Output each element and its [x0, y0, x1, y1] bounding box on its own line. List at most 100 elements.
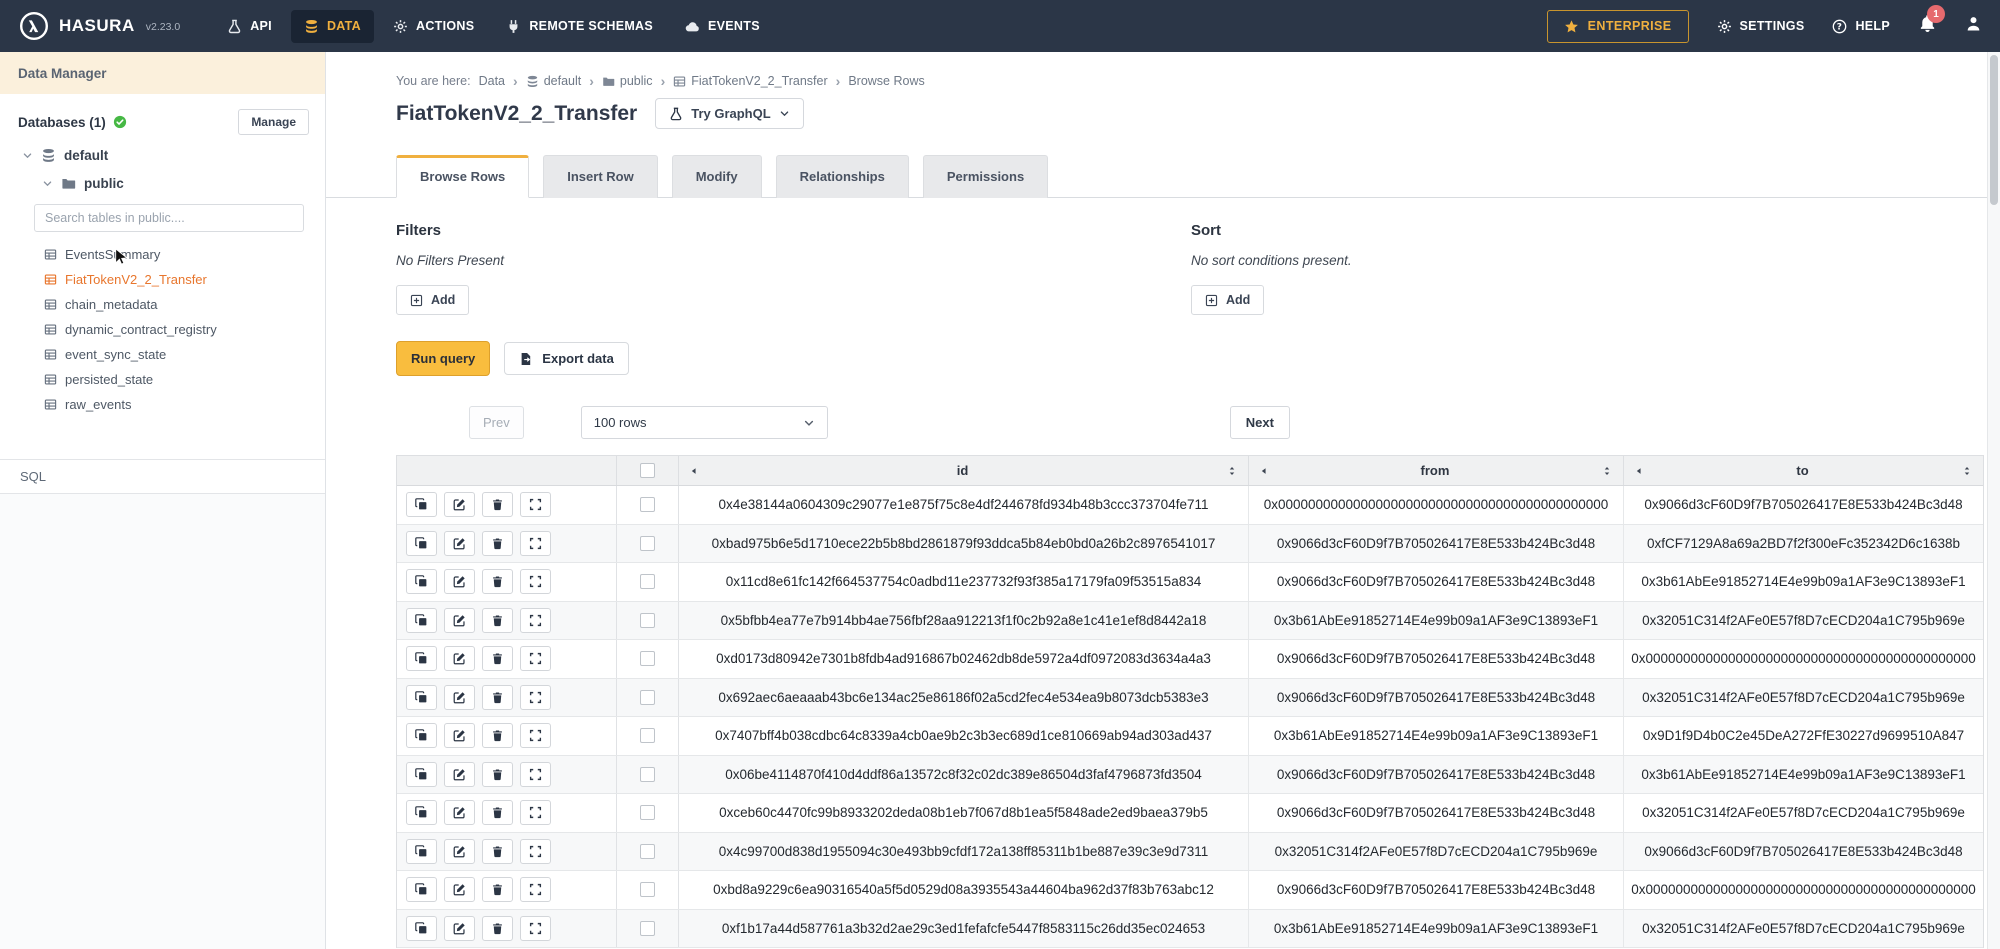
edit-row-button[interactable]: [444, 492, 475, 517]
vertical-scrollbar[interactable]: [1987, 52, 2000, 949]
manage-button[interactable]: Manage: [238, 109, 309, 135]
expand-row-button[interactable]: [520, 839, 551, 864]
trash-row-button[interactable]: [482, 839, 513, 864]
breadcrumb-item-browse-rows[interactable]: Browse Rows: [848, 74, 924, 88]
expand-row-button[interactable]: [520, 916, 551, 941]
trash-row-button[interactable]: [482, 492, 513, 517]
sidebar-item-sql[interactable]: SQL: [0, 459, 325, 494]
nav-item-remote-schemas[interactable]: REMOTE SCHEMAS: [493, 10, 666, 43]
add-sort-button[interactable]: Add: [1191, 285, 1264, 315]
trash-row-button[interactable]: [482, 569, 513, 594]
row-checkbox[interactable]: [640, 882, 655, 897]
sidebar-database-default[interactable]: default: [0, 148, 325, 163]
row-checkbox[interactable]: [640, 536, 655, 551]
edit-row-button[interactable]: [444, 723, 475, 748]
page-size-select[interactable]: 100 rows: [581, 406, 828, 439]
row-checkbox[interactable]: [640, 613, 655, 628]
edit-row-button[interactable]: [444, 916, 475, 941]
edit-row-button[interactable]: [444, 839, 475, 864]
breadcrumb-item-fiattokenv2-2-transfer[interactable]: FiatTokenV2_2_Transfer: [673, 74, 827, 88]
trash-row-button[interactable]: [482, 723, 513, 748]
trash-row-button[interactable]: [482, 916, 513, 941]
add-filter-button[interactable]: Add: [396, 285, 469, 315]
copy-row-button[interactable]: [406, 646, 437, 671]
copy-row-button[interactable]: [406, 916, 437, 941]
expand-row-button[interactable]: [520, 531, 551, 556]
nav-item-api[interactable]: API: [214, 10, 285, 43]
expand-row-button[interactable]: [520, 877, 551, 902]
row-checkbox[interactable]: [640, 651, 655, 666]
edit-row-button[interactable]: [444, 685, 475, 710]
prev-page-button[interactable]: Prev: [469, 406, 524, 439]
trash-row-button[interactable]: [482, 646, 513, 671]
edit-row-button[interactable]: [444, 569, 475, 594]
expand-row-button[interactable]: [520, 685, 551, 710]
run-query-button[interactable]: Run query: [396, 341, 490, 376]
tab-permissions[interactable]: Permissions: [923, 155, 1048, 198]
copy-row-button[interactable]: [406, 531, 437, 556]
column-header-from[interactable]: from: [1249, 456, 1624, 485]
nav-item-data[interactable]: DATA: [291, 10, 374, 43]
export-data-button[interactable]: Export data: [504, 342, 629, 375]
notifications-button[interactable]: 1: [1918, 14, 1937, 38]
copy-row-button[interactable]: [406, 839, 437, 864]
column-header-id[interactable]: id: [679, 456, 1249, 485]
row-checkbox[interactable]: [640, 690, 655, 705]
edit-row-button[interactable]: [444, 646, 475, 671]
row-checkbox[interactable]: [640, 844, 655, 859]
expand-row-button[interactable]: [520, 492, 551, 517]
tab-modify[interactable]: Modify: [672, 155, 762, 198]
user-menu-button[interactable]: [1965, 15, 1982, 37]
expand-row-button[interactable]: [520, 762, 551, 787]
row-checkbox[interactable]: [640, 921, 655, 936]
expand-row-button[interactable]: [520, 723, 551, 748]
copy-row-button[interactable]: [406, 762, 437, 787]
sidebar-table-persisted_state[interactable]: persisted_state: [0, 367, 325, 392]
copy-row-button[interactable]: [406, 492, 437, 517]
trash-row-button[interactable]: [482, 685, 513, 710]
row-checkbox[interactable]: [640, 574, 655, 589]
chevron-down-icon[interactable]: [22, 150, 33, 161]
nav-item-actions[interactable]: ACTIONS: [380, 10, 487, 43]
search-tables-input[interactable]: [34, 204, 304, 232]
trash-row-button[interactable]: [482, 800, 513, 825]
copy-row-button[interactable]: [406, 685, 437, 710]
column-header-to[interactable]: to: [1624, 456, 1983, 485]
nav-item-events[interactable]: EVENTS: [672, 10, 773, 43]
row-checkbox[interactable]: [640, 805, 655, 820]
sidebar-schema-public[interactable]: public: [0, 176, 325, 191]
copy-row-button[interactable]: [406, 877, 437, 902]
sidebar-table-EventsSummary[interactable]: EventsSummary: [0, 242, 325, 267]
tab-insert-row[interactable]: Insert Row: [543, 155, 657, 198]
sidebar-table-dynamic_contract_registry[interactable]: dynamic_contract_registry: [0, 317, 325, 342]
edit-row-button[interactable]: [444, 800, 475, 825]
sidebar-table-event_sync_state[interactable]: event_sync_state: [0, 342, 325, 367]
trash-row-button[interactable]: [482, 762, 513, 787]
breadcrumb-item-public[interactable]: public: [602, 74, 653, 88]
expand-row-button[interactable]: [520, 646, 551, 671]
edit-row-button[interactable]: [444, 608, 475, 633]
try-graphql-button[interactable]: Try GraphQL: [655, 98, 803, 129]
sidebar-table-raw_events[interactable]: raw_events: [0, 392, 325, 417]
trash-row-button[interactable]: [482, 877, 513, 902]
chevron-down-icon[interactable]: [42, 178, 53, 189]
row-checkbox[interactable]: [640, 497, 655, 512]
copy-row-button[interactable]: [406, 723, 437, 748]
row-checkbox[interactable]: [640, 767, 655, 782]
sidebar-table-FiatTokenV2_2_Transfer[interactable]: FiatTokenV2_2_Transfer: [0, 267, 325, 292]
breadcrumb-item-data[interactable]: Data: [479, 74, 505, 88]
row-checkbox[interactable]: [640, 728, 655, 743]
trash-row-button[interactable]: [482, 531, 513, 556]
help-button[interactable]: ? HELP: [1832, 19, 1890, 34]
sidebar-table-chain_metadata[interactable]: chain_metadata: [0, 292, 325, 317]
scrollbar-thumb[interactable]: [1990, 55, 1998, 205]
settings-button[interactable]: SETTINGS: [1717, 19, 1805, 34]
breadcrumb-item-default[interactable]: default: [526, 74, 582, 88]
expand-row-button[interactable]: [520, 569, 551, 594]
brand[interactable]: HASURA v2.23.0: [18, 10, 180, 42]
select-all-checkbox[interactable]: [640, 463, 655, 478]
tab-browse-rows[interactable]: Browse Rows: [396, 155, 529, 198]
edit-row-button[interactable]: [444, 762, 475, 787]
copy-row-button[interactable]: [406, 800, 437, 825]
copy-row-button[interactable]: [406, 608, 437, 633]
